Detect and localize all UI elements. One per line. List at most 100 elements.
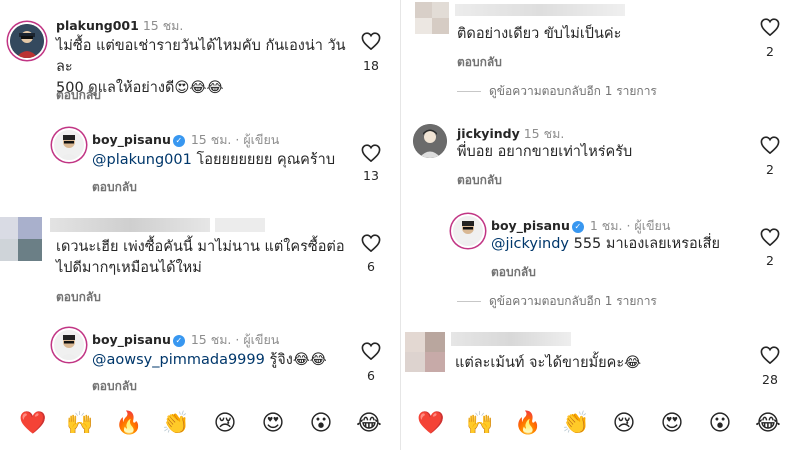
reply-button[interactable]: ตอบกลับ [457,171,502,190]
blurred-avatar [405,332,445,372]
view-more-label: ดูข้อความตอบกลับอีก 1 รายการ [489,84,657,98]
verified-badge-icon: ✓ [172,334,185,347]
username[interactable]: boy_pisanu [92,332,171,347]
heart-icon [760,136,780,154]
comment-meta: boy_pisanu ✓ 1 ชม. · ผู้เขียน [491,216,670,236]
timestamp[interactable]: 15 ชม. [143,18,184,33]
divider-line [457,301,481,302]
like-button[interactable] [359,342,383,360]
comment-text: @jickyindy 555 มาเองเลยเหรอเสี่ย [491,234,751,255]
comment-text: แต่ละเม้นท์ จะได้ขายมั้ยคะ😂 [455,355,642,371]
blurred-username [455,4,625,16]
mention-link[interactable]: @plakung001 [92,152,192,168]
comment-blurred-user: แต่ละเม้นท์ จะได้ขายมั้ยคะ😂 28 [401,328,800,400]
mention-link[interactable]: @jickyindy [491,236,569,252]
comment-blurred-user: เดวนะเฮีย เพ่งซื้อคันนี้ มาไม่นาน แต่ใคร… [0,210,400,310]
emoji-reaction-bar: ❤️ 🙌 🔥 👏 😢 😍 😮 😂 [401,408,800,444]
avatar[interactable] [54,330,84,360]
view-more-label: ดูข้อความตอบกลับอีก 1 รายการ [489,294,657,308]
verified-badge-icon: ✓ [571,220,584,233]
comment-meta: plakung001 15 ชม. [56,16,183,36]
red-heart-emoji-button[interactable]: ❤️ [415,408,447,440]
timestamp[interactable]: 15 ชม. [524,126,565,141]
fire-emoji-button[interactable]: 🔥 [113,408,145,440]
laughing-tears-emoji-button[interactable]: 😂 [353,408,385,440]
timestamp[interactable]: 1 ชม. [590,218,623,233]
reply-boy-pisanu: boy_pisanu ✓ 1 ชม. · ผู้เขียน @jickyindy … [401,210,800,310]
blurred-avatar [0,217,46,261]
reply-boy-pisanu: boy_pisanu ✓ 15 ชม. · ผู้เขียน @aowsy_pim… [0,320,400,400]
fire-emoji-button[interactable]: 🔥 [512,408,544,440]
like-count: 28 [762,372,778,387]
username[interactable]: jickyindy [457,126,520,141]
comment-line: ไปดีมากๆเหมือนได้ใหม่ [56,260,202,276]
like-button[interactable] [359,144,383,162]
reply-text: โอยยยยยยย คุณคร้าบ [191,152,336,168]
emoji-reaction-bar: ❤️ 🙌 🔥 👏 😢 😍 😮 😂 [0,408,400,444]
like-button[interactable] [359,32,383,50]
heart-icon [760,18,780,36]
heart-icon [361,32,381,50]
comment-meta: boy_pisanu ✓ 15 ชม. · ผู้เขียน [92,130,279,150]
timestamp[interactable]: 15 ชม. [191,132,232,147]
reply-button[interactable]: ตอบกลับ [457,53,502,72]
clapping-hands-emoji-button[interactable]: 👏 [560,408,592,440]
reply-button[interactable]: ตอบกลับ [56,288,101,307]
like-count: 6 [367,368,375,383]
author-label: · ผู้เขียน [235,332,280,347]
comment-meta: boy_pisanu ✓ 15 ชม. · ผู้เขียน [92,330,279,350]
avatar[interactable] [453,216,483,246]
username[interactable]: boy_pisanu [491,218,570,233]
verified-badge-icon: ✓ [172,134,185,147]
clapping-hands-emoji-button[interactable]: 👏 [160,408,192,440]
surprised-face-emoji-button[interactable]: 😮 [704,408,736,440]
reply-button[interactable]: ตอบกลับ [56,86,101,105]
red-heart-emoji-button[interactable]: ❤️ [17,408,49,440]
timestamp[interactable]: 15 ชม. [191,332,232,347]
reply-button[interactable]: ตอบกลับ [92,377,137,396]
like-count: 2 [766,162,774,177]
reply-button[interactable]: ตอบกลับ [491,263,536,282]
blurred-timestamp [215,218,265,232]
heart-eyes-emoji-button[interactable]: 😍 [257,408,289,440]
like-button[interactable] [758,228,782,246]
blurred-username [50,218,210,232]
view-more-replies-button[interactable]: ดูข้อความตอบกลับอีก 1 รายการ [457,82,657,101]
avatar[interactable] [54,130,84,160]
username[interactable]: boy_pisanu [92,132,171,147]
heart-eyes-emoji-button[interactable]: 😍 [656,408,688,440]
comment-line: 500 ดูแลให้อย่างดี😍😂😂 [56,80,224,96]
comment-text: ไม่ซื้อ แต่ขอเช่ารายวันได้ไหมคับ กันเองน… [56,36,356,99]
comment-line: เดวนะเฮีย เพ่งซื้อคันนี้ มาไม่นาน แต่ใคร… [56,239,345,255]
reply-text: 555 มาเองเลยเหรอเสี่ย [569,236,720,252]
heart-icon [361,234,381,252]
reply-button[interactable]: ตอบกลับ [92,178,137,197]
crying-face-emoji-button[interactable]: 😢 [209,408,241,440]
author-label: · ผู้เขียน [235,132,280,147]
like-count: 18 [363,58,379,73]
comment-text: @plakung001 โอยยยยยยย คุณคร้าบ [92,150,352,171]
like-button[interactable] [758,136,782,154]
like-button[interactable] [359,234,383,252]
like-button[interactable] [758,346,782,364]
username[interactable]: plakung001 [56,18,139,33]
mention-link[interactable]: @aowsy_pimmada9999 [92,352,265,368]
comment-meta: jickyindy 15 ชม. [457,124,564,144]
avatar[interactable] [10,24,44,58]
left-comments-panel: plakung001 15 ชม. ไม่ซื้อ แต่ขอเช่ารายวั… [0,0,400,450]
surprised-face-emoji-button[interactable]: 😮 [305,408,337,440]
comment-jickyindy: jickyindy 15 ชม. พี่บอย อยากขายเท่าไหร่ค… [401,118,800,198]
avatar[interactable] [413,124,447,158]
comment-blurred-user: ติดอย่างเดียว ขับไม่เป็นค่ะ ตอบกลับ 2 ดู… [401,0,800,105]
raising-hands-emoji-button[interactable]: 🙌 [464,408,496,440]
view-more-replies-button[interactable]: ดูข้อความตอบกลับอีก 1 รายการ [457,292,657,311]
right-comments-panel: ติดอย่างเดียว ขับไม่เป็นค่ะ ตอบกลับ 2 ดู… [400,0,800,450]
crying-face-emoji-button[interactable]: 😢 [608,408,640,440]
author-label: · ผู้เขียน [626,218,671,233]
comment-text: พี่บอย อยากขายเท่าไหร่ครับ [457,144,633,160]
laughing-tears-emoji-button[interactable]: 😂 [752,408,784,440]
like-button[interactable] [758,18,782,36]
heart-icon [361,342,381,360]
raising-hands-emoji-button[interactable]: 🙌 [64,408,96,440]
like-count: 2 [766,44,774,59]
